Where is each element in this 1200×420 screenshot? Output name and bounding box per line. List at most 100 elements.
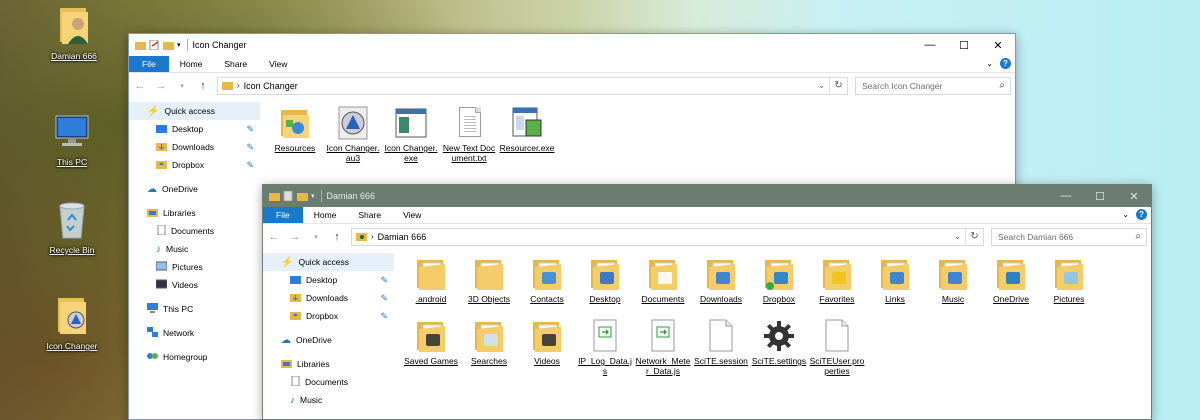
- help-icon[interactable]: ?: [1000, 58, 1011, 69]
- nav-onedrive[interactable]: ☁ OneDrive: [129, 180, 260, 198]
- desktop-icon-user-folder[interactable]: Damian 666: [44, 4, 104, 61]
- up-arrow-icon[interactable]: ↑: [196, 80, 210, 92]
- nav-videos[interactable]: Videos: [129, 276, 260, 294]
- nav-documents[interactable]: Documents: [129, 222, 260, 240]
- tab-file[interactable]: File: [263, 207, 303, 223]
- tab-share[interactable]: Share: [347, 207, 392, 223]
- file-item[interactable]: Searches: [460, 319, 518, 381]
- customize-toolbar-chevron-icon[interactable]: ▾: [311, 192, 315, 200]
- file-item[interactable]: Videos: [518, 319, 576, 381]
- file-item[interactable]: Pictures: [1040, 257, 1098, 319]
- nav-desktop[interactable]: Desktop ✎: [263, 271, 394, 289]
- file-item[interactable]: Icon Changer.au3: [324, 106, 382, 168]
- file-item[interactable]: Saved Games: [402, 319, 460, 381]
- refresh-icon[interactable]: ↻: [965, 228, 983, 245]
- search-input[interactable]: Search Icon Changer ⌕: [855, 76, 1011, 95]
- nav-downloads[interactable]: Downloads ✎: [129, 138, 260, 156]
- address-dropdown-icon[interactable]: ⌄: [954, 232, 961, 241]
- help-icon[interactable]: ?: [1136, 209, 1147, 220]
- file-item[interactable]: .android: [402, 257, 460, 319]
- file-item[interactable]: Dropbox: [750, 257, 808, 319]
- nav-libraries[interactable]: Libraries: [263, 355, 394, 373]
- new-folder-icon[interactable]: [297, 191, 308, 201]
- file-item[interactable]: Music: [924, 257, 982, 319]
- desktop-icon-icon-changer[interactable]: Icon Changer: [42, 294, 102, 351]
- file-item[interactable]: SciTE.settings: [750, 319, 808, 381]
- nav-desktop[interactable]: Desktop ✎: [129, 120, 260, 138]
- file-item[interactable]: Resources: [266, 106, 324, 168]
- nav-music[interactable]: ♪ Music: [129, 240, 260, 258]
- file-item[interactable]: Icon Changer.exe: [382, 106, 440, 168]
- file-item[interactable]: Favorites: [808, 257, 866, 319]
- address-dropdown-icon[interactable]: ⌄: [818, 81, 825, 90]
- customize-toolbar-chevron-icon[interactable]: ▾: [177, 41, 181, 49]
- desktop-icon-this-pc[interactable]: This PC: [42, 110, 102, 167]
- up-arrow-icon[interactable]: ↑: [330, 231, 344, 243]
- breadcrumb-separator-icon[interactable]: ›: [371, 232, 374, 241]
- tab-view[interactable]: View: [258, 56, 298, 72]
- file-item[interactable]: OneDrive: [982, 257, 1040, 319]
- address-bar[interactable]: › Damian 666 ⌄ ↻: [351, 227, 984, 246]
- refresh-icon[interactable]: ↻: [829, 77, 847, 94]
- back-arrow-icon[interactable]: ←: [133, 80, 147, 92]
- close-button[interactable]: ✕: [1117, 185, 1151, 207]
- nav-downloads[interactable]: Downloads ✎: [263, 289, 394, 307]
- search-input[interactable]: Search Damian 666 ⌕: [991, 227, 1147, 246]
- file-item[interactable]: Downloads: [692, 257, 750, 319]
- nav-pictures[interactable]: Pictures: [129, 258, 260, 276]
- close-button[interactable]: ✕: [981, 34, 1015, 56]
- file-item[interactable]: Network_Meter_Data.js: [634, 319, 692, 381]
- nav-onedrive[interactable]: ☁ OneDrive: [263, 331, 394, 349]
- expand-ribbon-chevron-icon[interactable]: ⌄: [1122, 210, 1129, 219]
- desktop-icon-recycle-bin[interactable]: Recycle Bin: [42, 198, 102, 255]
- file-item[interactable]: Contacts: [518, 257, 576, 319]
- title-bar[interactable]: ▾ Icon Changer — ☐ ✕: [129, 34, 1015, 56]
- tab-file[interactable]: File: [129, 56, 169, 72]
- title-bar[interactable]: ▾ Damian 666 — ☐ ✕: [263, 185, 1151, 207]
- tab-home[interactable]: Home: [169, 56, 214, 72]
- folder-small-icon[interactable]: [269, 191, 280, 201]
- file-item[interactable]: Desktop: [576, 257, 634, 319]
- file-item[interactable]: SciTE.session: [692, 319, 750, 381]
- nav-quick-access[interactable]: ⚡ Quick access: [129, 102, 260, 120]
- explorer-window-damian-666[interactable]: ▾ Damian 666 — ☐ ✕ File Home Share View …: [262, 184, 1152, 420]
- recent-locations-chevron-icon[interactable]: ▾: [175, 82, 189, 90]
- address-text[interactable]: Icon Changer: [244, 81, 298, 91]
- forward-arrow-icon[interactable]: →: [154, 80, 168, 92]
- nav-documents[interactable]: Documents: [263, 373, 394, 391]
- nav-quick-access[interactable]: ⚡ Quick access: [263, 253, 394, 271]
- file-item[interactable]: Documents: [634, 257, 692, 319]
- file-item[interactable]: New Text Document.txt: [440, 106, 498, 168]
- nav-dropbox[interactable]: Dropbox ✎: [129, 156, 260, 174]
- maximize-button[interactable]: ☐: [947, 34, 981, 56]
- recent-locations-chevron-icon[interactable]: ▾: [309, 233, 323, 241]
- tab-home[interactable]: Home: [303, 207, 348, 223]
- address-text[interactable]: Damian 666: [378, 232, 427, 242]
- new-folder-icon[interactable]: [163, 40, 174, 50]
- expand-ribbon-chevron-icon[interactable]: ⌄: [986, 59, 993, 68]
- file-item[interactable]: Resourcer.exe: [498, 106, 556, 168]
- folder-small-icon[interactable]: [135, 40, 146, 50]
- tab-share[interactable]: Share: [213, 56, 258, 72]
- tab-view[interactable]: View: [392, 207, 432, 223]
- nav-dropbox[interactable]: Dropbox ✎: [263, 307, 394, 325]
- address-bar[interactable]: › Icon Changer ⌄ ↻: [217, 76, 848, 95]
- back-arrow-icon[interactable]: ←: [267, 231, 281, 243]
- breadcrumb-separator-icon[interactable]: ›: [237, 81, 240, 90]
- file-item[interactable]: SciTEUser.properties: [808, 319, 866, 381]
- properties-icon[interactable]: [149, 39, 160, 51]
- nav-libraries[interactable]: Libraries: [129, 204, 260, 222]
- user-folder-icon: [52, 4, 96, 48]
- minimize-button[interactable]: —: [1049, 185, 1083, 207]
- file-item[interactable]: IP_Log_Data.js: [576, 319, 634, 381]
- nav-homegroup[interactable]: Homegroup: [129, 348, 260, 366]
- nav-network[interactable]: Network: [129, 324, 260, 342]
- file-item[interactable]: Links: [866, 257, 924, 319]
- nav-music[interactable]: ♪ Music: [263, 391, 394, 409]
- nav-this-pc[interactable]: This PC: [129, 300, 260, 318]
- forward-arrow-icon[interactable]: →: [288, 231, 302, 243]
- minimize-button[interactable]: —: [913, 34, 947, 56]
- file-item[interactable]: 3D Objects: [460, 257, 518, 319]
- properties-icon[interactable]: [283, 190, 294, 202]
- maximize-button[interactable]: ☐: [1083, 185, 1117, 207]
